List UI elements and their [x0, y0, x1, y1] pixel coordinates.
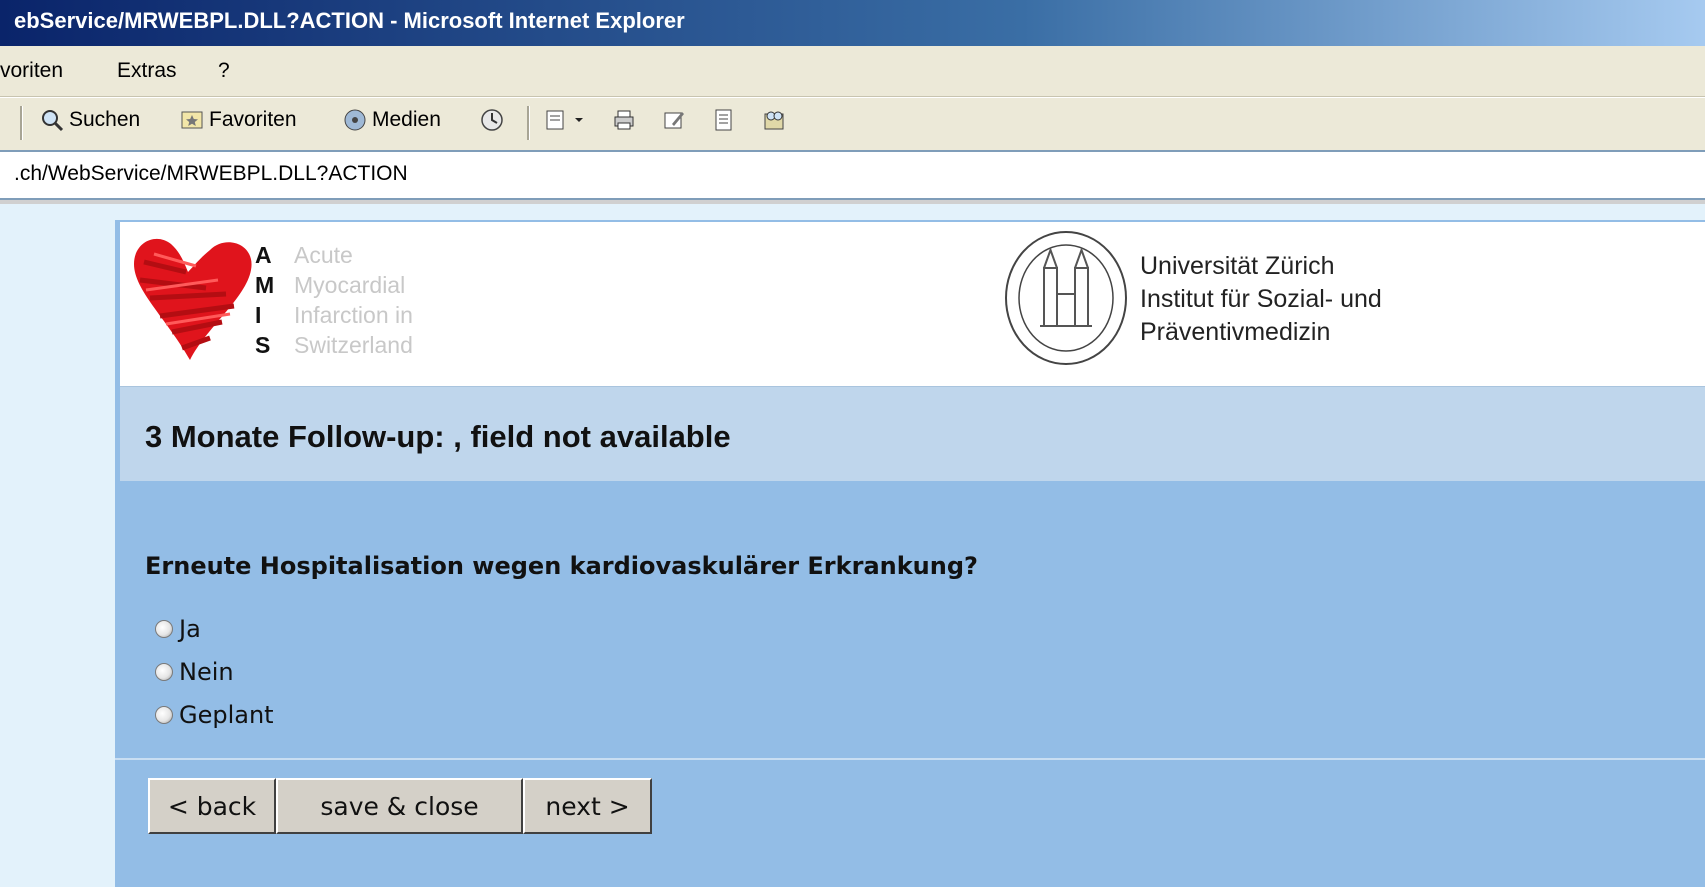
search-button[interactable]: Suchen [40, 108, 140, 132]
university-line: Universität Zürich [1140, 252, 1335, 280]
menu-favorites[interactable]: voriten [0, 59, 63, 83]
amis-word: Infarction in [294, 302, 413, 328]
chevron-down-icon [575, 118, 583, 122]
amis-letter: I [255, 302, 262, 328]
toolbar-separator [20, 106, 23, 140]
amis-word: Switzerland [294, 332, 413, 358]
favorites-icon [181, 111, 203, 129]
question-label: Erneute Hospitalisation wegen kardiovask… [145, 552, 978, 580]
option-ja[interactable]: Ja [155, 615, 201, 643]
toolbar-separator [527, 106, 530, 140]
amis-letter: A [255, 242, 272, 268]
edit-button[interactable] [662, 108, 686, 132]
search-icon [42, 110, 64, 132]
header-banner: A M I S Acute Myocardial Infarction in S… [120, 222, 1705, 386]
mail-button[interactable] [545, 108, 584, 132]
menu-bar: voriten Extras ? [0, 46, 1705, 97]
divider [115, 758, 1705, 760]
favorites-label: Favoriten [209, 108, 297, 131]
amis-acronym: A M I S [255, 240, 274, 360]
document-icon [715, 109, 732, 131]
option-label: Nein [179, 658, 234, 686]
next-button[interactable]: next > [523, 778, 652, 834]
divider [0, 200, 1705, 204]
address-bar[interactable]: .ch/WebService/MRWEBPL.DLL?ACTION [0, 150, 1705, 200]
radio-button[interactable] [155, 663, 173, 681]
amis-letter: S [255, 332, 271, 358]
university-line: Präventivmedizin [1140, 318, 1331, 346]
amis-letter: M [255, 272, 275, 298]
option-label: Ja [179, 615, 201, 643]
toolbar: Suchen Favoriten Medien [0, 97, 1705, 151]
print-button[interactable] [612, 108, 636, 132]
media-button[interactable]: Medien [343, 108, 441, 132]
mail-icon [546, 110, 564, 130]
university-seal-icon [1005, 231, 1127, 365]
menu-help[interactable]: ? [218, 59, 230, 83]
research-button[interactable] [762, 108, 786, 132]
heart-logo-icon [134, 238, 252, 360]
media-label: Medien [372, 108, 441, 131]
menu-extras[interactable]: Extras [117, 59, 177, 83]
option-geplant[interactable]: Geplant [155, 701, 274, 729]
save-close-button[interactable]: save & close [276, 778, 523, 834]
radio-button[interactable] [155, 620, 173, 638]
back-button[interactable]: < back [148, 778, 276, 834]
radio-button[interactable] [155, 706, 173, 724]
favorites-button[interactable]: Favoriten [180, 108, 297, 132]
university-name: Universität Zürich Institut für Sozial- … [1140, 250, 1382, 349]
history-icon [481, 109, 503, 131]
media-icon [344, 109, 366, 131]
window-title-bar[interactable]: ebService/MRWEBPL.DLL?ACTION - Microsoft… [0, 0, 1705, 46]
university-line: Institut für Sozial- und [1140, 285, 1382, 313]
page-title-bar: 3 Monate Follow-up: , field not availabl… [120, 386, 1705, 481]
page-title: 3 Monate Follow-up: , field not availabl… [145, 419, 731, 454]
amis-word: Acute [294, 242, 353, 268]
discuss-button[interactable] [712, 108, 736, 132]
address-url[interactable]: .ch/WebService/MRWEBPL.DLL?ACTION [14, 162, 408, 186]
edit-icon [664, 112, 684, 129]
amis-word: Myocardial [294, 272, 406, 298]
option-label: Geplant [179, 701, 274, 729]
amis-name: Acute Myocardial Infarction in Switzerla… [294, 240, 413, 360]
history-button[interactable] [480, 108, 504, 132]
option-nein[interactable]: Nein [155, 658, 234, 686]
window-title: ebService/MRWEBPL.DLL?ACTION - Microsoft… [14, 8, 685, 33]
research-icon [764, 111, 784, 130]
print-icon [614, 110, 634, 130]
search-label: Suchen [69, 108, 141, 131]
